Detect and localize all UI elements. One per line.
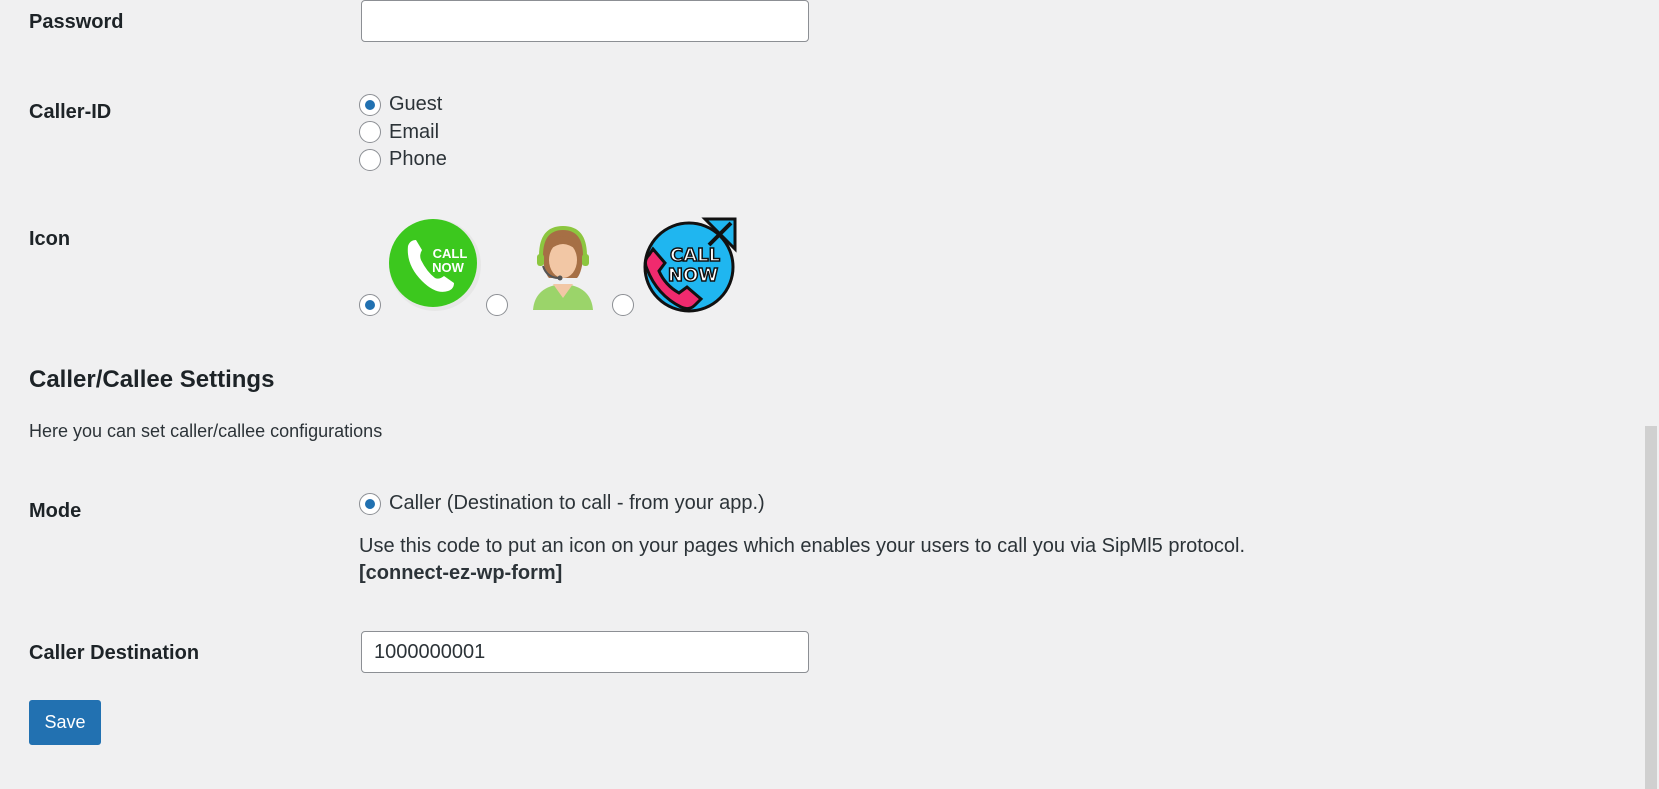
mode-caller-label[interactable]: Caller (Destination to call - from your …	[389, 492, 765, 515]
mode-caller-radio[interactable]	[359, 493, 381, 515]
section-title: Caller/Callee Settings	[29, 366, 275, 393]
icon3-text-line1: CALL	[670, 245, 720, 266]
caller-id-guest-radio[interactable]	[359, 94, 381, 116]
icon-option-1-radio[interactable]	[359, 294, 381, 316]
mode-label: Mode	[29, 500, 82, 522]
caller-destination-input[interactable]	[361, 631, 809, 673]
caller-id-label: Caller-ID	[29, 101, 112, 123]
caller-id-phone-radio[interactable]	[359, 149, 381, 171]
page-scrollbar[interactable]	[1642, 0, 1659, 789]
caller-destination-label: Caller Destination	[29, 642, 200, 664]
icon1-text-line2: NOW	[432, 260, 465, 275]
call-now-green-icon[interactable]: CALL NOW	[386, 216, 484, 314]
password-label: Password	[29, 11, 124, 33]
icon1-text-line1: CALL	[433, 246, 468, 261]
password-input[interactable]	[361, 0, 809, 42]
scrollbar-thumb[interactable]	[1645, 426, 1657, 789]
caller-id-email-radio[interactable]	[359, 121, 381, 143]
icon-option-2-radio[interactable]	[486, 294, 508, 316]
save-button[interactable]: Save	[29, 700, 101, 745]
call-now-blue-icon[interactable]: CALL NOW	[639, 215, 739, 315]
support-agent-icon[interactable]	[523, 220, 603, 312]
icon-option-3-radio[interactable]	[612, 294, 634, 316]
mode-help-text: Use this code to put an icon on your pag…	[359, 535, 1246, 557]
section-description: Here you can set caller/callee configura…	[29, 421, 383, 441]
caller-id-email-label[interactable]: Email	[389, 121, 439, 144]
icon3-text-line2: NOW	[668, 265, 718, 286]
shortcode-text: [connect-ez-wp-form]	[359, 562, 563, 584]
caller-id-guest-label[interactable]: Guest	[389, 93, 442, 116]
icon-label: Icon	[29, 228, 71, 250]
caller-id-phone-label[interactable]: Phone	[389, 148, 447, 171]
